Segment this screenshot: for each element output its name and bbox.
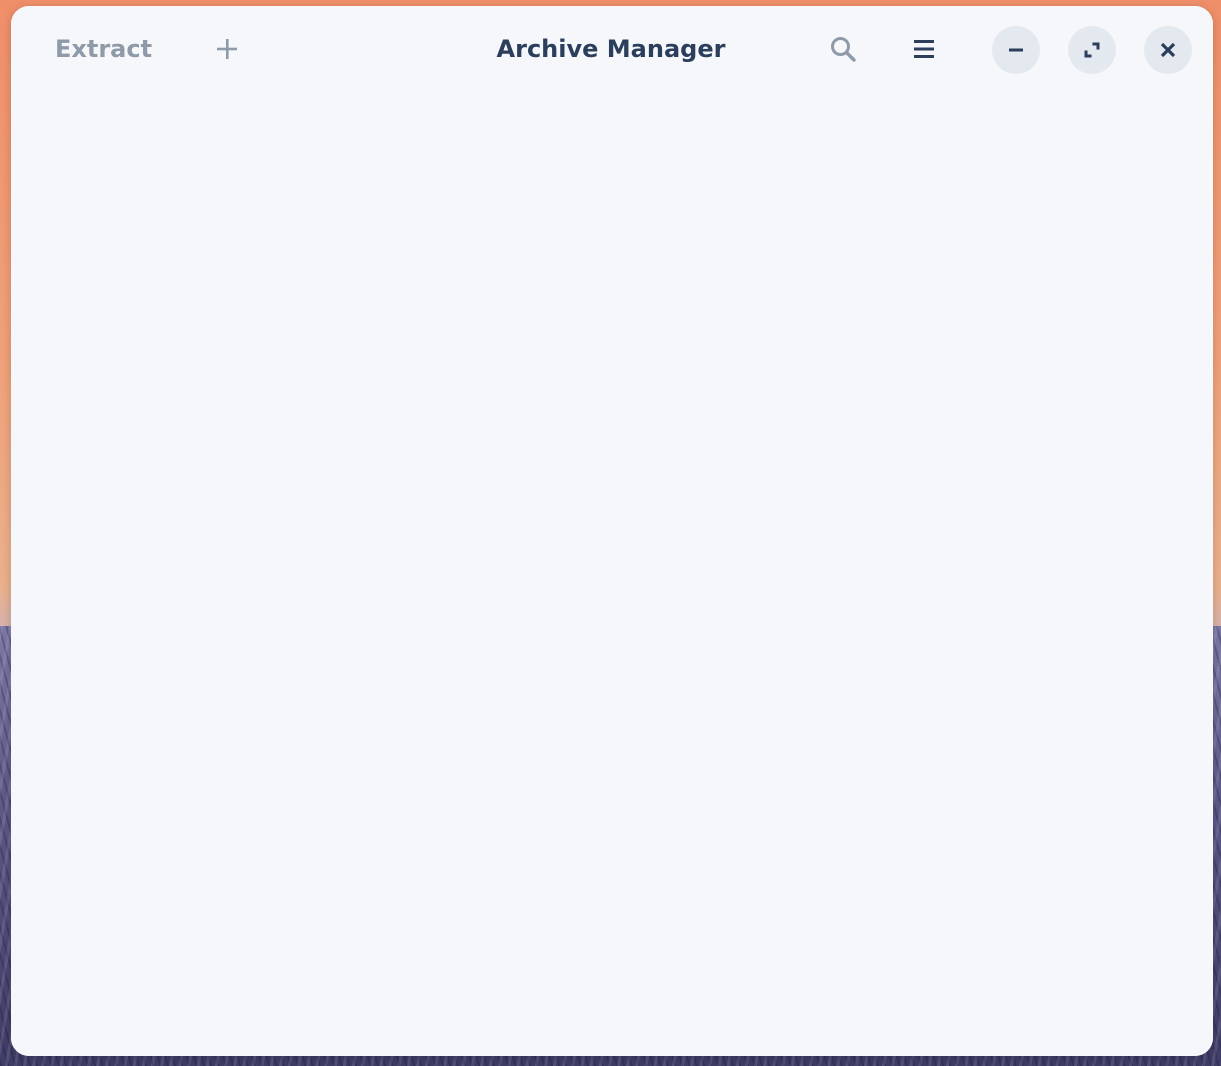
plus-icon [217,39,237,59]
maximize-icon [1084,42,1100,58]
search-icon [831,37,856,62]
window-title: Archive Manager [496,35,726,63]
close-button[interactable] [1144,26,1192,74]
archive-content-area [11,94,1213,1056]
extract-button[interactable]: Extract [41,28,166,70]
minimize-icon [1009,48,1023,52]
hamburger-menu-icon [914,40,934,58]
minimize-button[interactable] [992,26,1040,74]
maximize-button[interactable] [1068,26,1116,74]
main-menu-button[interactable] [904,29,944,69]
header-bar: Extract Archive Manager [11,6,1213,94]
search-button[interactable] [823,29,863,69]
add-files-button[interactable] [207,29,247,69]
archive-manager-window: Extract Archive Manager [11,6,1213,1056]
close-icon [1160,42,1176,58]
